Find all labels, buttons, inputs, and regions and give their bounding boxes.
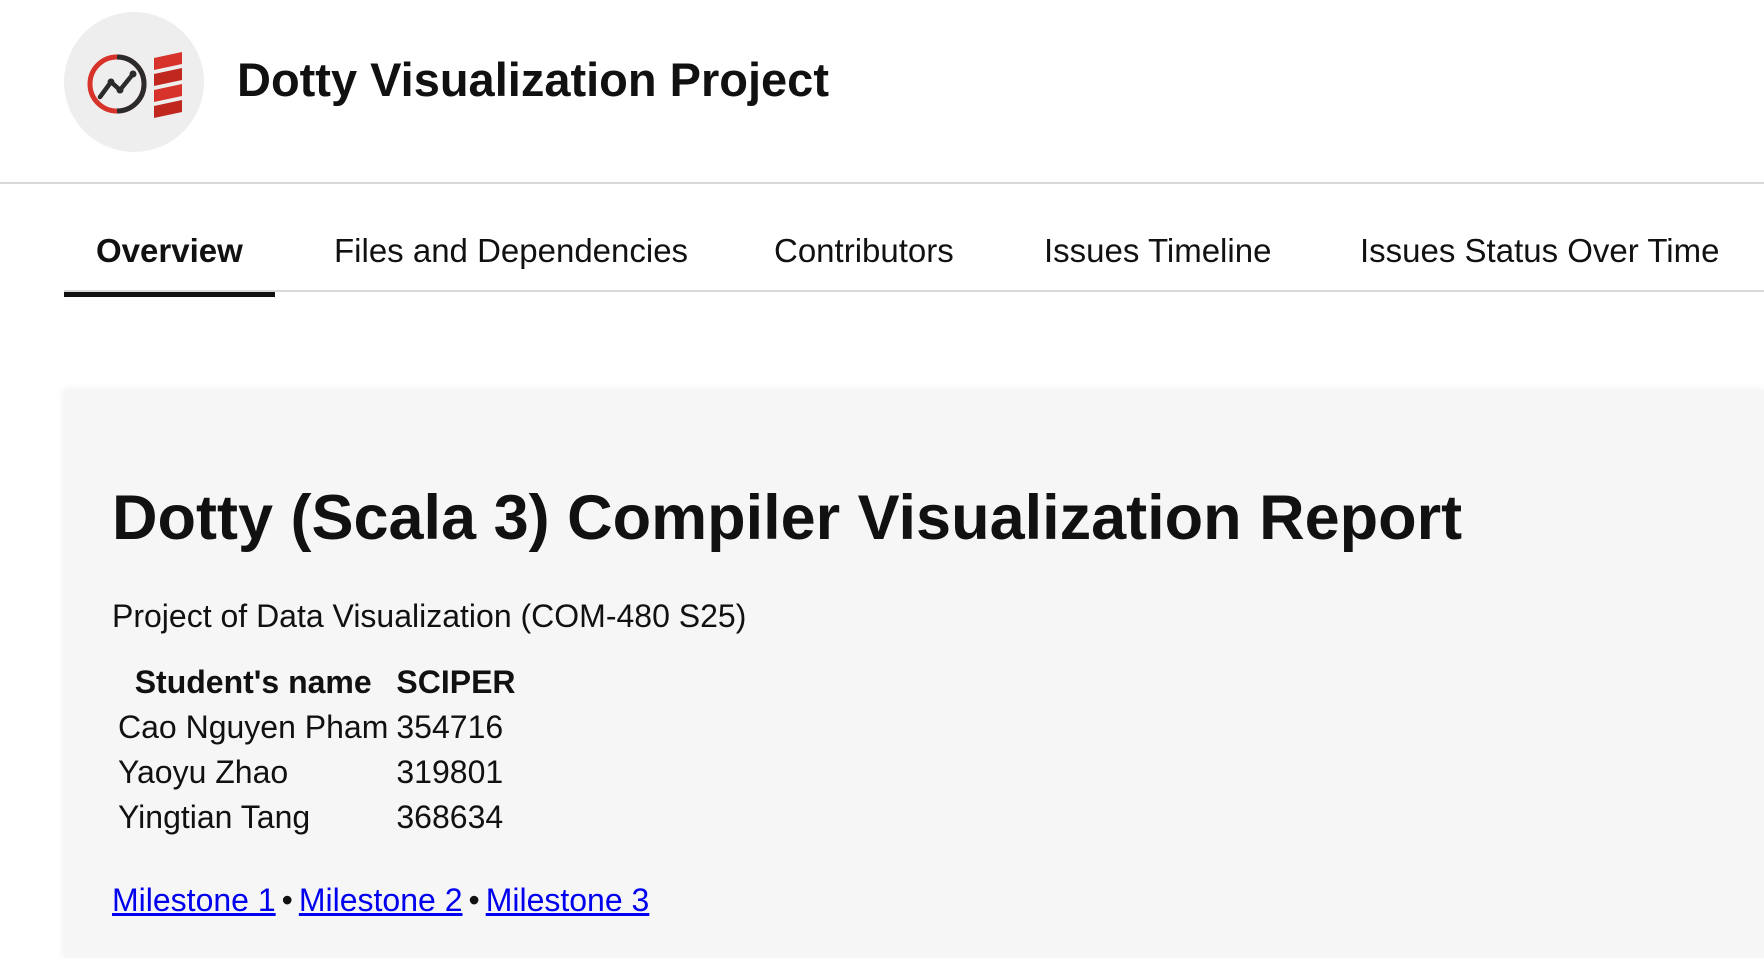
app-logo[interactable] [64,12,204,152]
report-subtitle: Project of Data Visualization (COM-480 S… [112,598,747,634]
app-title: Dotty Visualization Project [237,53,829,106]
students-table: Student's name SCIPER Cao Nguyen Pham 35… [114,662,520,840]
tab-overview[interactable]: Overview [64,232,275,297]
student-name: Yaoyu Zhao [118,754,289,790]
tab-bar: Overview Files and Dependencies Contribu… [64,184,1764,297]
tab-issues-status-over-time[interactable]: Issues Status Over Time [1360,232,1719,270]
student-sciper: 354716 [396,709,504,745]
table-row: Yaoyu Zhao 319801 [114,750,520,795]
table-row: Yingtian Tang 368634 [114,795,520,840]
column-header-sciper: SCIPER [396,664,516,700]
student-name: Yingtian Tang [118,799,311,835]
student-sciper: 319801 [396,754,504,790]
tab-issues-timeline[interactable]: Issues Timeline [1044,232,1271,270]
student-name: Cao Nguyen Pham [118,709,389,745]
report-title: Dotty (Scala 3) Compiler Visualization R… [112,483,1463,553]
link-separator: • [281,882,293,918]
table-header-row: Student's name SCIPER [114,662,520,705]
milestone-1-link[interactable]: Milestone 1 [112,882,276,918]
chart-scala-logo-icon [87,52,182,118]
student-sciper: 368634 [396,799,504,835]
milestone-2-link[interactable]: Milestone 2 [299,882,463,918]
milestone-3-link[interactable]: Milestone 3 [486,882,650,918]
table-row: Cao Nguyen Pham 354716 [114,705,520,750]
app-header: Dotty Visualization Project [0,0,1764,184]
milestone-links: Milestone 1 • Milestone 2 • Milestone 3 [112,882,649,919]
tab-contributors[interactable]: Contributors [774,232,954,270]
link-separator: • [468,882,480,918]
report-card: Dotty (Scala 3) Compiler Visualization R… [64,390,1764,958]
column-header-name: Student's name [134,664,372,700]
tab-files-and-dependencies[interactable]: Files and Dependencies [334,232,688,270]
